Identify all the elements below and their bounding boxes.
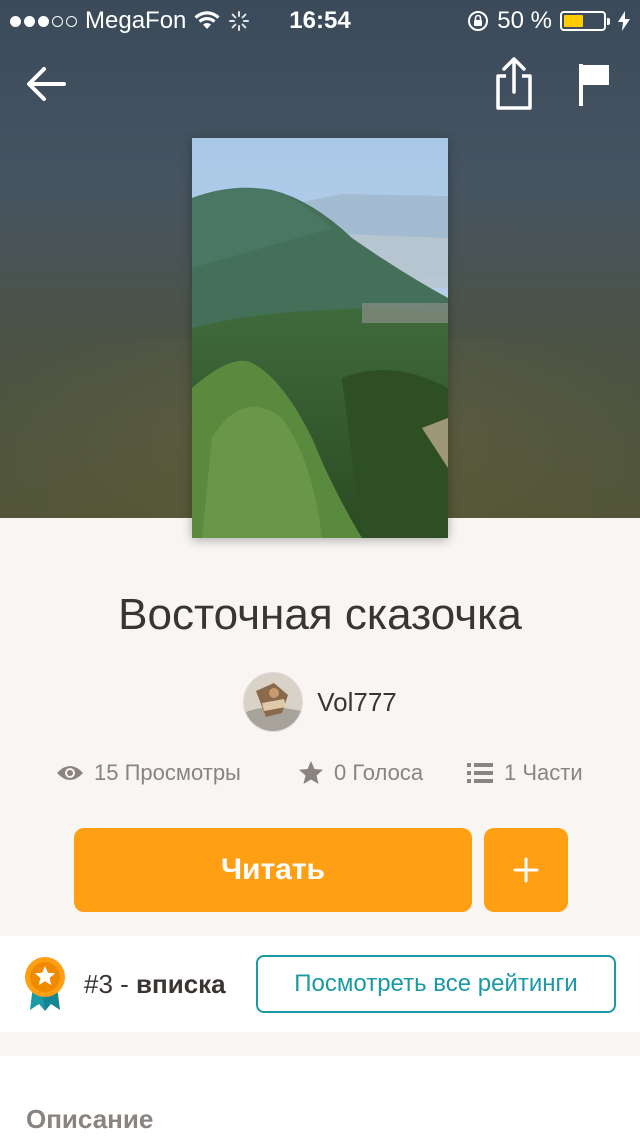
author-row[interactable]: Vol777	[0, 672, 640, 732]
description-panel: Описание	[0, 1056, 640, 1136]
share-icon	[496, 57, 532, 110]
votes-stat: 0 Голоса	[298, 760, 423, 786]
description-heading: Описание	[26, 1104, 154, 1134]
ranking-panel: #3 - вписка Посмотреть все рейтинги	[0, 936, 640, 1032]
arrow-left-icon	[27, 67, 66, 101]
ranking-number: #3	[84, 969, 113, 999]
author-name[interactable]: Vol777	[317, 687, 397, 718]
story-title: Восточная сказочка	[118, 590, 522, 639]
charging-bolt-icon	[618, 11, 630, 31]
orientation-lock-icon	[468, 11, 489, 31]
read-button[interactable]: Читать	[74, 828, 472, 912]
back-button[interactable]	[22, 60, 70, 108]
view-all-rankings-button[interactable]: Посмотреть все рейтинги	[256, 955, 616, 1013]
battery-level	[564, 15, 583, 27]
ranking-separator: -	[112, 969, 137, 999]
parts-count: 1 Части	[504, 760, 583, 785]
flag-icon	[579, 64, 609, 106]
list-icon	[467, 763, 493, 783]
plus-icon	[513, 857, 539, 883]
views-stat: 15 Просмотры	[56, 760, 241, 786]
eye-icon	[57, 766, 83, 780]
star-icon	[299, 761, 323, 784]
status-bar: MegaFon 16:54 50 %	[0, 0, 640, 40]
add-to-library-button[interactable]	[484, 828, 568, 912]
avatar[interactable]	[243, 672, 304, 732]
story-cover-image	[192, 138, 448, 538]
ranking-label: #3 - вписка	[84, 969, 226, 1000]
medal-icon	[22, 956, 68, 1017]
views-count: 15 Просмотры	[94, 760, 241, 785]
votes-count: 0 Голоса	[334, 760, 424, 785]
parts-stat: 1 Части	[466, 760, 583, 786]
ranking-tag: вписка	[136, 969, 226, 999]
share-button[interactable]	[492, 56, 536, 112]
battery-icon	[560, 11, 610, 31]
report-button[interactable]	[574, 60, 614, 108]
battery-percent: 50 %	[497, 7, 552, 34]
mountain-landscape-image	[192, 138, 448, 538]
story-stats: 15 Просмотры 0 Голоса 1 Части	[0, 760, 640, 800]
